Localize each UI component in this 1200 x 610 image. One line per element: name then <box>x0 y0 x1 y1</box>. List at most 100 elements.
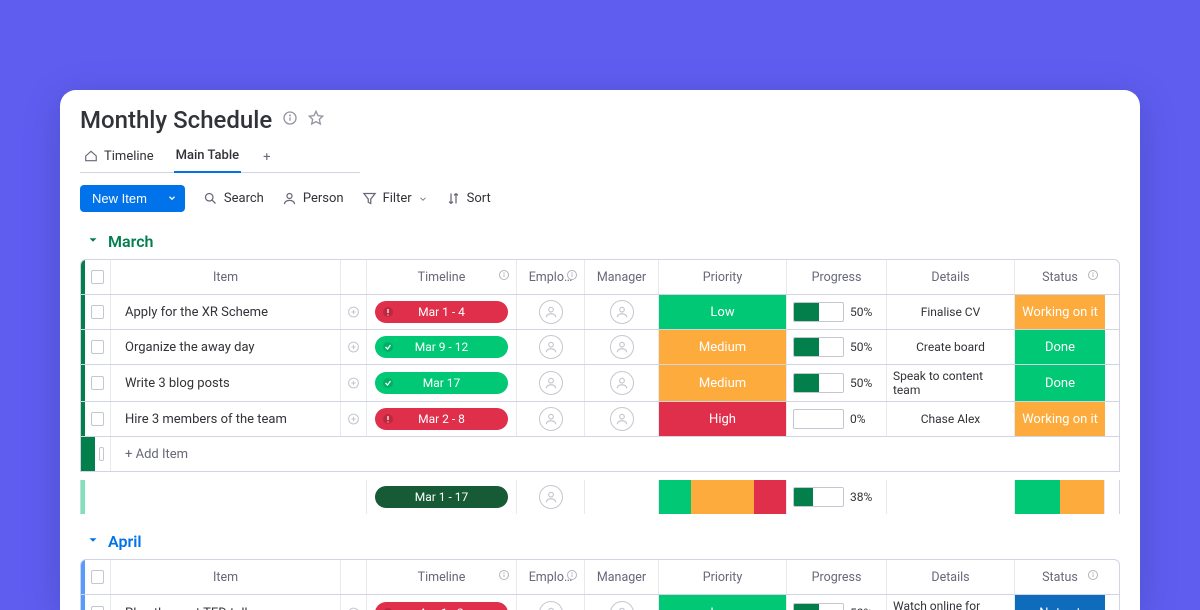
manager-cell[interactable] <box>585 402 659 436</box>
info-icon[interactable] <box>566 269 578 285</box>
add-view-button[interactable]: + <box>259 150 274 165</box>
avatar-placeholder[interactable] <box>610 335 634 359</box>
info-icon[interactable] <box>1087 269 1099 285</box>
row-checkbox[interactable] <box>85 402 111 436</box>
item-name-cell[interactable]: Hire 3 members of the team <box>111 402 341 436</box>
info-icon[interactable] <box>498 569 510 585</box>
search-button[interactable]: Search <box>203 191 264 206</box>
timeline-cell[interactable]: Mar 2 - 8 <box>367 402 517 436</box>
col-progress[interactable]: Progress <box>787 560 887 594</box>
add-item-row[interactable]: + Add Item <box>81 437 1119 471</box>
avatar-placeholder[interactable] <box>539 485 563 509</box>
priority-cell[interactable]: High <box>659 402 787 436</box>
add-subitem-button[interactable] <box>341 330 367 364</box>
new-item-dropdown[interactable] <box>159 185 185 212</box>
progress-cell[interactable]: 50% <box>787 330 887 364</box>
timeline-cell[interactable]: Mar 1 - 4 <box>367 295 517 329</box>
info-icon[interactable] <box>566 569 578 585</box>
employee-cell[interactable] <box>517 365 585 401</box>
col-priority[interactable]: Priority <box>659 260 787 294</box>
tab-timeline[interactable]: Timeline <box>82 143 156 172</box>
item-name-cell[interactable]: Organize the away day <box>111 330 341 364</box>
sort-button[interactable]: Sort <box>446 191 491 206</box>
new-item-button[interactable]: New Item <box>80 185 159 212</box>
star-icon[interactable] <box>308 110 324 130</box>
info-icon[interactable] <box>1087 569 1099 585</box>
add-subitem-button[interactable] <box>341 365 367 401</box>
col-item[interactable]: Item <box>111 560 341 594</box>
timeline-cell[interactable]: Apr 1 - 8 <box>367 595 517 610</box>
status-cell[interactable]: Working on it <box>1015 402 1105 436</box>
manager-cell[interactable] <box>585 595 659 610</box>
timeline-cell[interactable]: Mar 17 <box>367 365 517 401</box>
select-all-checkbox[interactable] <box>85 560 111 594</box>
row-checkbox[interactable] <box>85 330 111 364</box>
group-header[interactable]: April <box>80 532 1120 551</box>
details-cell[interactable]: Speak to content team <box>887 365 1015 401</box>
employee-cell[interactable] <box>517 295 585 329</box>
avatar-placeholder[interactable] <box>539 300 563 324</box>
progress-cell[interactable]: 50% <box>787 295 887 329</box>
row-checkbox[interactable] <box>85 365 111 401</box>
priority-cell[interactable]: Low <box>659 295 787 329</box>
groups-container: March Item Timeline Emplo… Manager Prior… <box>80 232 1120 610</box>
avatar-placeholder[interactable] <box>539 335 563 359</box>
col-details[interactable]: Details <box>887 260 1015 294</box>
progress-cell[interactable]: 50% <box>787 365 887 401</box>
status-cell[interactable]: Working on it <box>1015 295 1105 329</box>
details-cell[interactable]: Chase Alex <box>887 402 1015 436</box>
col-manager[interactable]: Manager <box>585 560 659 594</box>
priority-cell[interactable]: Medium <box>659 330 787 364</box>
details-cell[interactable]: Create board <box>887 330 1015 364</box>
add-subitem-button[interactable] <box>341 595 367 610</box>
info-icon[interactable] <box>282 110 298 130</box>
employee-cell[interactable] <box>517 402 585 436</box>
details-cell[interactable]: Watch online for inspiration <box>887 595 1015 610</box>
progress-cell[interactable]: 0% <box>787 402 887 436</box>
col-employee[interactable]: Emplo… <box>517 560 585 594</box>
status-cell[interactable]: Done <box>1015 330 1105 364</box>
manager-cell[interactable] <box>585 295 659 329</box>
col-employee[interactable]: Emplo… <box>517 260 585 294</box>
col-item[interactable]: Item <box>111 260 341 294</box>
col-details[interactable]: Details <box>887 560 1015 594</box>
avatar-placeholder[interactable] <box>539 601 563 610</box>
avatar-placeholder[interactable] <box>610 371 634 395</box>
employee-cell[interactable] <box>517 595 585 610</box>
manager-cell[interactable] <box>585 330 659 364</box>
item-name-cell[interactable]: Apply for the XR Scheme <box>111 295 341 329</box>
employee-cell[interactable] <box>517 330 585 364</box>
status-cell[interactable]: Done <box>1015 365 1105 401</box>
col-status[interactable]: Status <box>1015 560 1105 594</box>
col-manager[interactable]: Manager <box>585 260 659 294</box>
timeline-cell[interactable]: Mar 9 - 12 <box>367 330 517 364</box>
item-name-cell[interactable]: Plan the next TED talk <box>111 595 341 610</box>
avatar-placeholder[interactable] <box>539 407 563 431</box>
avatar-placeholder[interactable] <box>610 300 634 324</box>
tab-main-table[interactable]: Main Table <box>174 142 242 173</box>
col-progress[interactable]: Progress <box>787 260 887 294</box>
col-priority[interactable]: Priority <box>659 560 787 594</box>
progress-cell[interactable]: 50% <box>787 595 887 610</box>
row-checkbox[interactable] <box>85 295 111 329</box>
avatar-placeholder[interactable] <box>610 601 634 610</box>
status-cell[interactable]: Not yet <box>1015 595 1105 610</box>
manager-cell[interactable] <box>585 365 659 401</box>
item-name-cell[interactable]: Write 3 blog posts <box>111 365 341 401</box>
priority-cell[interactable]: Medium <box>659 365 787 401</box>
col-status[interactable]: Status <box>1015 260 1105 294</box>
add-subitem-button[interactable] <box>341 402 367 436</box>
add-subitem-button[interactable] <box>341 295 367 329</box>
select-all-checkbox[interactable] <box>85 260 111 294</box>
col-timeline[interactable]: Timeline <box>367 560 517 594</box>
filter-button[interactable]: Filter <box>362 191 428 206</box>
person-filter-button[interactable]: Person <box>282 191 344 206</box>
col-timeline[interactable]: Timeline <box>367 260 517 294</box>
row-checkbox[interactable] <box>85 595 111 610</box>
info-icon[interactable] <box>498 269 510 285</box>
priority-cell[interactable]: Low <box>659 595 787 610</box>
avatar-placeholder[interactable] <box>610 407 634 431</box>
details-cell[interactable]: Finalise CV <box>887 295 1015 329</box>
avatar-placeholder[interactable] <box>539 371 563 395</box>
group-header[interactable]: March <box>80 232 1120 251</box>
